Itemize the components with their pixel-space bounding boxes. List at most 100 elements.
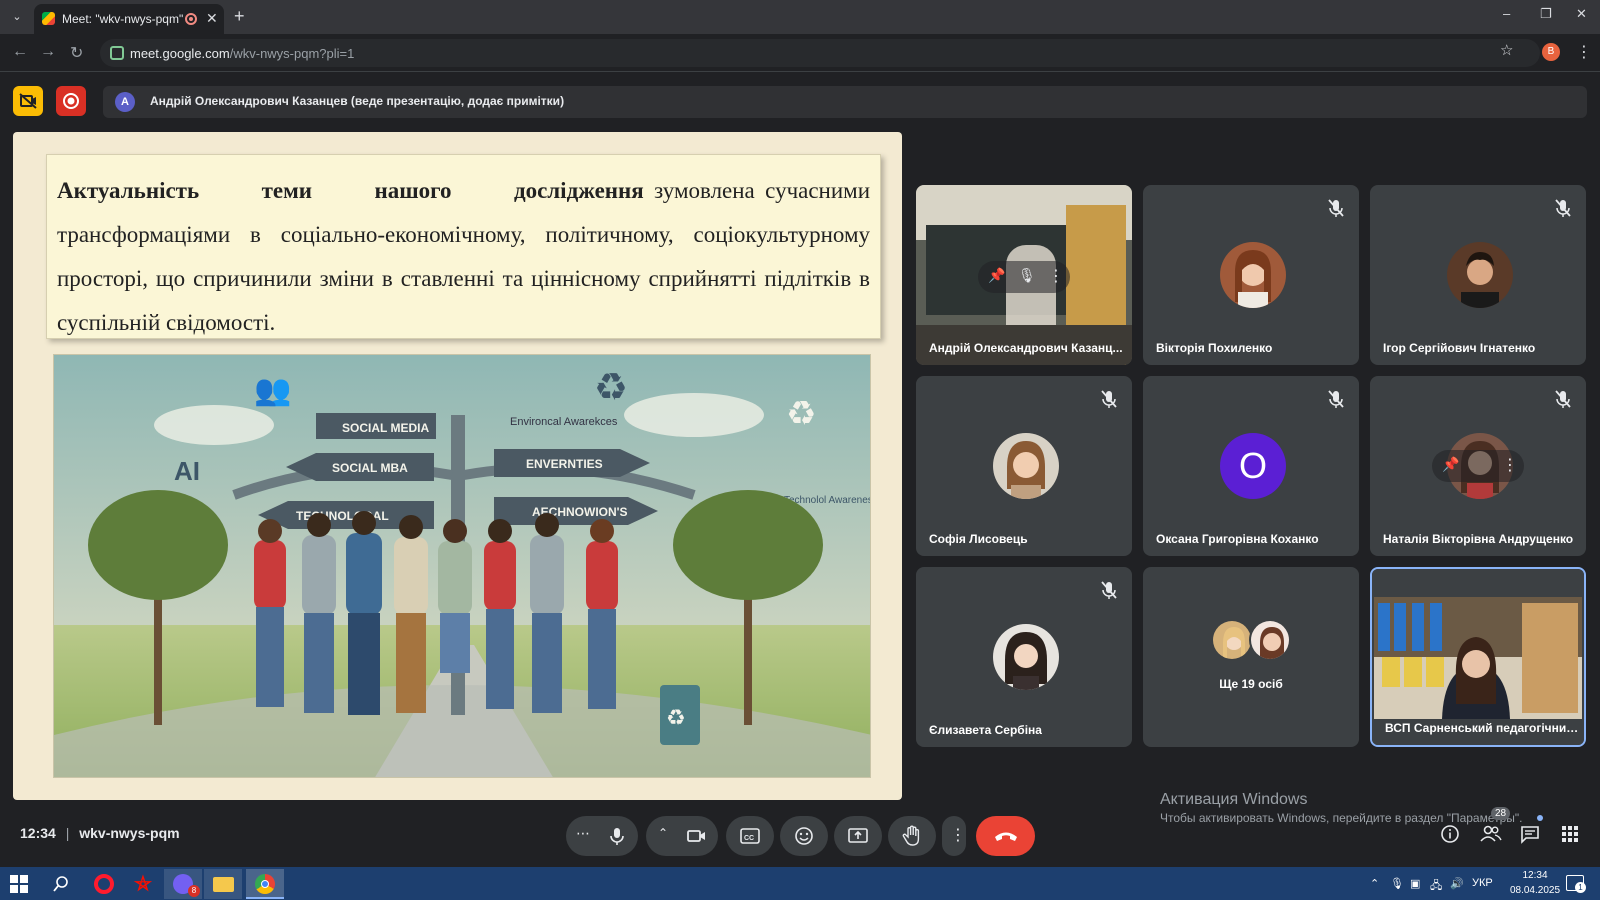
- camera-icon[interactable]: [686, 826, 708, 846]
- tile-more-icon[interactable]: ⋮: [1048, 266, 1064, 286]
- tile-more-icon[interactable]: ⋮: [1502, 455, 1518, 475]
- recording-icon[interactable]: [56, 86, 86, 116]
- participant-tile-others[interactable]: Ще 19 осіб: [1143, 567, 1359, 747]
- participant-tile-viktoriia[interactable]: Вікторія Похиленко: [1143, 185, 1359, 365]
- mic-off-icon: [1555, 199, 1571, 217]
- taskbar-time[interactable]: 12:34: [1510, 870, 1560, 881]
- others-avatar-2: [1249, 619, 1291, 661]
- tab-close-icon[interactable]: ✕: [206, 10, 218, 27]
- participant-name: Єлизавета Сербіна: [929, 723, 1042, 737]
- participant-name: Софія Лисовець: [929, 532, 1028, 546]
- acrobat-app-icon[interactable]: ⛥: [124, 869, 162, 899]
- tray-volume-icon[interactable]: 🔊: [1450, 877, 1464, 890]
- reload-icon[interactable]: ↻: [70, 43, 83, 63]
- slide-word-3: нашого: [374, 178, 452, 203]
- meeting-time: 12:34: [20, 825, 56, 841]
- participant-tile-nataliia[interactable]: 📌 ⋮ Наталія Вікторівна Андрущенко: [1370, 376, 1586, 556]
- present-screen-button[interactable]: [834, 816, 882, 856]
- participant-tile-sofiia[interactable]: Софія Лисовець: [916, 376, 1132, 556]
- mic-off-icon: [1101, 581, 1117, 599]
- notification-center-icon[interactable]: 1: [1566, 875, 1586, 893]
- viber-badge: 8: [188, 885, 200, 897]
- pin-icon[interactable]: 📌: [1442, 456, 1459, 473]
- tray-network-icon[interactable]: 🖧: [1430, 877, 1442, 896]
- recycle-icon: ♻: [594, 367, 628, 409]
- sign-envernties: ENVERNTIES: [526, 457, 603, 471]
- captions-button[interactable]: CC: [726, 816, 774, 856]
- people-icon[interactable]: [1480, 824, 1502, 844]
- no-camera-icon[interactable]: [13, 86, 43, 116]
- hangup-icon: [995, 832, 1017, 841]
- tab-search-chevron-icon[interactable]: ⌄: [6, 6, 28, 28]
- college-video: [1372, 569, 1584, 745]
- participant-name: ВСП Сарненський педагогічний...: [1385, 721, 1580, 735]
- pin-icon[interactable]: 📌: [988, 267, 1005, 284]
- tray-chevron-icon[interactable]: ⌃: [1370, 877, 1379, 890]
- restore-button[interactable]: ❐: [1540, 6, 1552, 22]
- participant-initial-avatar: О: [1220, 433, 1286, 499]
- bookmark-star-icon[interactable]: ☆: [1500, 41, 1513, 59]
- browser-menu-icon[interactable]: ⋮: [1576, 42, 1592, 62]
- participant-avatar: [1220, 242, 1286, 308]
- recording-indicator-icon: [185, 13, 197, 25]
- presenter-avatar: A: [115, 92, 135, 112]
- recycle-bin-icon: ♻: [666, 705, 686, 730]
- captions-icon: CC: [740, 828, 760, 844]
- meeting-info-icon[interactable]: [1440, 824, 1460, 844]
- hand-icon: [902, 825, 920, 846]
- emoji-icon: [795, 827, 813, 845]
- microphone-icon[interactable]: [607, 826, 627, 846]
- chrome-app-icon[interactable]: [246, 869, 284, 899]
- windows-activation-subtitle: Чтобы активировать Windows, перейдите в …: [1160, 811, 1523, 825]
- participant-avatar: [993, 624, 1059, 690]
- presentation-banner: A Андрій Олександрович Казанцев (веде пр…: [103, 86, 1587, 118]
- participant-tile-college[interactable]: ВСП Сарненський педагогічний...: [1370, 567, 1586, 747]
- slide-word-1: Актуальність: [57, 178, 200, 203]
- tray-camera-icon[interactable]: ▣: [1410, 877, 1420, 890]
- chat-icon[interactable]: [1520, 824, 1540, 844]
- participant-tile-ihor[interactable]: Ігор Сергійович Ігнатенко: [1370, 185, 1586, 365]
- back-arrow-icon[interactable]: ←: [12, 43, 28, 61]
- tray-mic-icon[interactable]: 🎙: [1390, 877, 1404, 890]
- taskbar-date[interactable]: 08.04.2025: [1500, 885, 1570, 896]
- forward-arrow-icon[interactable]: →: [40, 43, 56, 61]
- participant-tile-oksana[interactable]: О Оксана Григорівна Коханко: [1143, 376, 1359, 556]
- audio-options-icon[interactable]: ⋯: [576, 825, 590, 842]
- more-vert-icon: ⋮: [950, 827, 966, 844]
- more-options-button[interactable]: ⋮: [942, 816, 966, 856]
- minimize-button[interactable]: –: [1503, 6, 1510, 21]
- tile-mic-icon[interactable]: 🎙: [1018, 267, 1036, 284]
- camera-control-group: ⌃: [646, 816, 718, 856]
- close-window-button[interactable]: ✕: [1576, 6, 1587, 22]
- notification-count: 1: [1575, 882, 1586, 893]
- taskbar-search-icon[interactable]: [52, 875, 70, 893]
- raise-hand-button[interactable]: [888, 816, 936, 856]
- participant-avatar: [1447, 242, 1513, 308]
- participant-tile-andrii[interactable]: 📌 🎙 ⋮ Андрій Олександрович Казанц...: [916, 185, 1132, 365]
- new-tab-button[interactable]: +: [234, 6, 245, 27]
- slide-word-4: дослідження: [513, 178, 644, 203]
- presentation-slide: Актуальність теми нашого дослідження зум…: [13, 132, 902, 800]
- site-info-icon[interactable]: [110, 46, 124, 60]
- video-options-chevron-icon[interactable]: ⌃: [658, 826, 668, 840]
- browser-toolbar: ← → ↻ meet.google.com/wkv-nwys-pqm?pli=1…: [0, 34, 1600, 72]
- leave-call-button[interactable]: [976, 816, 1035, 856]
- address-bar[interactable]: meet.google.com/wkv-nwys-pqm?pli=1: [100, 39, 1540, 67]
- reactions-button[interactable]: [780, 816, 828, 856]
- slide-illustration: SOCIAL MEDIA SOCIAL MBA TECHNOLOGAL ENVE…: [53, 354, 871, 778]
- recycle-icon-2: ♻: [786, 395, 816, 433]
- file-explorer-app-icon[interactable]: [204, 869, 242, 899]
- activities-grid-icon[interactable]: [1560, 824, 1580, 844]
- participant-tile-yelyzaveta[interactable]: Єлизавета Сербіна: [916, 567, 1132, 747]
- participant-name: Ігор Сергійович Ігнатенко: [1383, 341, 1536, 355]
- url-text: meet.google.com/wkv-nwys-pqm?pli=1: [130, 46, 355, 61]
- viber-app-icon[interactable]: 8: [164, 869, 202, 899]
- tab-meet[interactable]: Meet: "wkv-nwys-pqm" ✕: [34, 4, 224, 34]
- windows-start-icon[interactable]: [10, 875, 28, 893]
- separator: |: [65, 825, 70, 841]
- keyboard-language[interactable]: УКР: [1472, 877, 1493, 889]
- profile-avatar[interactable]: B: [1542, 43, 1560, 61]
- sign-social-mba: SOCIAL MBA: [332, 461, 408, 475]
- opera-app-icon[interactable]: [84, 869, 122, 899]
- mic-off-icon: [1328, 199, 1344, 217]
